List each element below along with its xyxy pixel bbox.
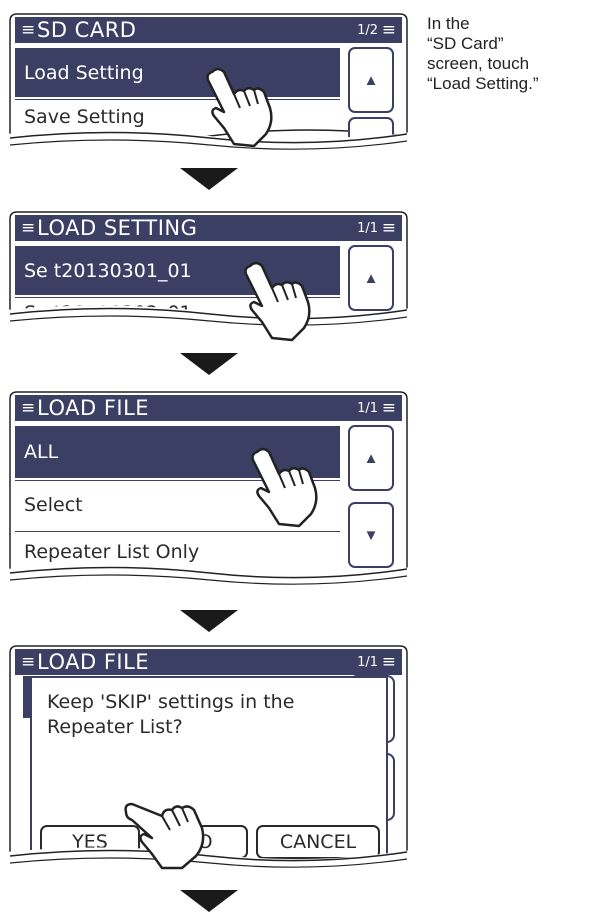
sd-card-screen: ≡ SD CARD 1/2 ≡ Load Setting Save Settin… — [6, 13, 411, 154]
wavy-edge — [6, 564, 411, 592]
load-file-screen: ≡ LOAD FILE 1/1 ≡ ALL Select Repeater Li… — [6, 391, 411, 592]
instruction-line: screen, touch — [427, 54, 530, 73]
wavy-edge — [6, 305, 411, 334]
step-arrow-icon — [180, 610, 238, 632]
instruction-line: In the — [427, 14, 470, 33]
load-setting-screen: ≡ LOAD SETTING 1/1 ≡ Se t20130301_01 Se … — [6, 211, 411, 342]
instruction-line: “Load Setting.” — [427, 74, 539, 93]
step-arrow-icon — [180, 890, 238, 912]
step-arrow-icon — [180, 353, 238, 375]
pointing-hand-icon — [124, 802, 205, 870]
pointing-hand-icon — [251, 447, 318, 528]
instruction-text: In the “SD Card” screen, touch “Load Set… — [427, 14, 597, 94]
instruction-line: “SD Card” — [427, 34, 504, 53]
pointing-hand-icon — [244, 261, 311, 342]
step-arrow-icon — [180, 168, 238, 190]
load-file-dialog-screen: ≡ LOAD FILE 1/1 ≡ Keep 'SKIP' settings i… — [6, 645, 411, 876]
pointing-hand-icon — [206, 67, 273, 148]
